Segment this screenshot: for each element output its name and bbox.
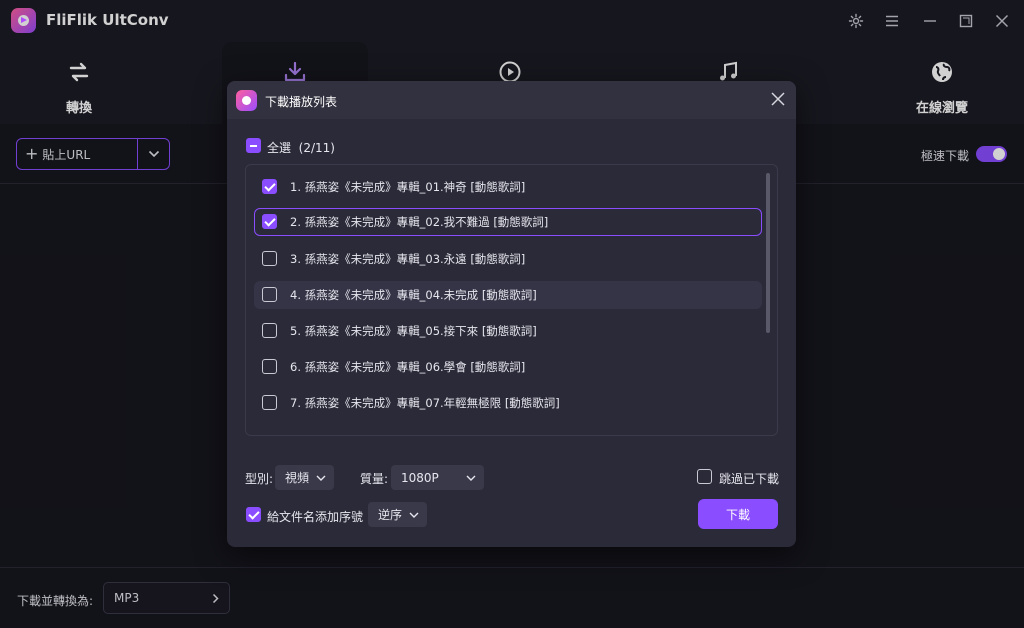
skip-downloaded-label: 跳過已下載 bbox=[719, 472, 780, 486]
download-playlist-dialog: 下載播放列表 全選 (2/11) 1. 孫燕姿《未完成》專輯_01.神奇 [動態… bbox=[227, 81, 796, 547]
select-count: (2/11) bbox=[298, 141, 335, 155]
type-label: 型別: bbox=[245, 472, 274, 486]
dialog-title: 下載播放列表 bbox=[265, 95, 338, 109]
item-checkbox[interactable] bbox=[262, 359, 277, 374]
item-label: 1. 孫燕姿《未完成》專輯_01.神奇 [動態歌詞] bbox=[290, 180, 526, 194]
close-icon[interactable] bbox=[768, 89, 788, 109]
item-label: 2. 孫燕姿《未完成》專輯_02.我不難過 [動態歌詞] bbox=[290, 215, 549, 229]
item-label: 6. 孫燕姿《未完成》專輯_06.學會 [動態歌詞] bbox=[290, 360, 526, 374]
list-item[interactable]: 6. 孫燕姿《未完成》專輯_06.學會 [動態歌詞] bbox=[254, 353, 762, 381]
item-label: 4. 孫燕姿《未完成》專輯_04.未完成 [動態歌詞] bbox=[290, 288, 537, 302]
add-index-label: 給文件名添加序號 bbox=[267, 510, 364, 524]
add-index-checkbox[interactable] bbox=[246, 507, 261, 522]
item-checkbox[interactable] bbox=[262, 323, 277, 338]
chevron-down-icon bbox=[316, 475, 326, 481]
chevron-down-icon bbox=[409, 512, 419, 518]
list-item[interactable]: 2. 孫燕姿《未完成》專輯_02.我不難過 [動態歌詞] bbox=[254, 208, 762, 236]
order-select[interactable]: 逆序 bbox=[368, 502, 427, 527]
item-checkbox[interactable] bbox=[262, 395, 277, 410]
type-value: 視頻 bbox=[285, 471, 310, 485]
list-item[interactable]: 4. 孫燕姿《未完成》專輯_04.未完成 [動態歌詞] bbox=[254, 281, 762, 309]
item-checkbox[interactable] bbox=[262, 251, 277, 266]
order-value: 逆序 bbox=[378, 508, 403, 522]
item-checkbox[interactable] bbox=[262, 214, 277, 229]
list-item[interactable]: 1. 孫燕姿《未完成》專輯_01.神奇 [動態歌詞] bbox=[254, 173, 762, 201]
playlist-list: 1. 孫燕姿《未完成》專輯_01.神奇 [動態歌詞] 2. 孫燕姿《未完成》專輯… bbox=[245, 164, 778, 436]
list-scrollbar[interactable] bbox=[766, 173, 770, 333]
item-checkbox[interactable] bbox=[262, 179, 277, 194]
quality-value: 1080P bbox=[401, 470, 439, 485]
app-logo-icon bbox=[236, 90, 257, 111]
item-label: 3. 孫燕姿《未完成》專輯_03.永遠 [動態歌詞] bbox=[290, 252, 526, 266]
select-all-label: 全選 (2/11) bbox=[267, 141, 335, 155]
dialog-header: 下載播放列表 bbox=[227, 81, 796, 119]
download-button[interactable]: 下載 bbox=[698, 499, 778, 529]
type-select[interactable]: 視頻 bbox=[275, 465, 334, 490]
item-label: 7. 孫燕姿《未完成》專輯_07.年輕無極限 [動態歌詞] bbox=[290, 396, 560, 410]
list-item[interactable]: 7. 孫燕姿《未完成》專輯_07.年輕無極限 [動態歌詞] bbox=[254, 389, 762, 417]
list-item[interactable]: 5. 孫燕姿《未完成》專輯_05.接下來 [動態歌詞] bbox=[254, 317, 762, 345]
item-checkbox[interactable] bbox=[262, 287, 277, 302]
list-item[interactable]: 3. 孫燕姿《未完成》專輯_03.永遠 [動態歌詞] bbox=[254, 245, 762, 273]
chevron-down-icon bbox=[466, 475, 476, 481]
select-all-checkbox[interactable] bbox=[246, 138, 261, 153]
skip-downloaded-checkbox[interactable] bbox=[697, 469, 712, 484]
quality-select[interactable]: 1080P bbox=[391, 465, 484, 490]
quality-label: 質量: bbox=[360, 472, 389, 486]
item-label: 5. 孫燕姿《未完成》專輯_05.接下來 [動態歌詞] bbox=[290, 324, 537, 338]
